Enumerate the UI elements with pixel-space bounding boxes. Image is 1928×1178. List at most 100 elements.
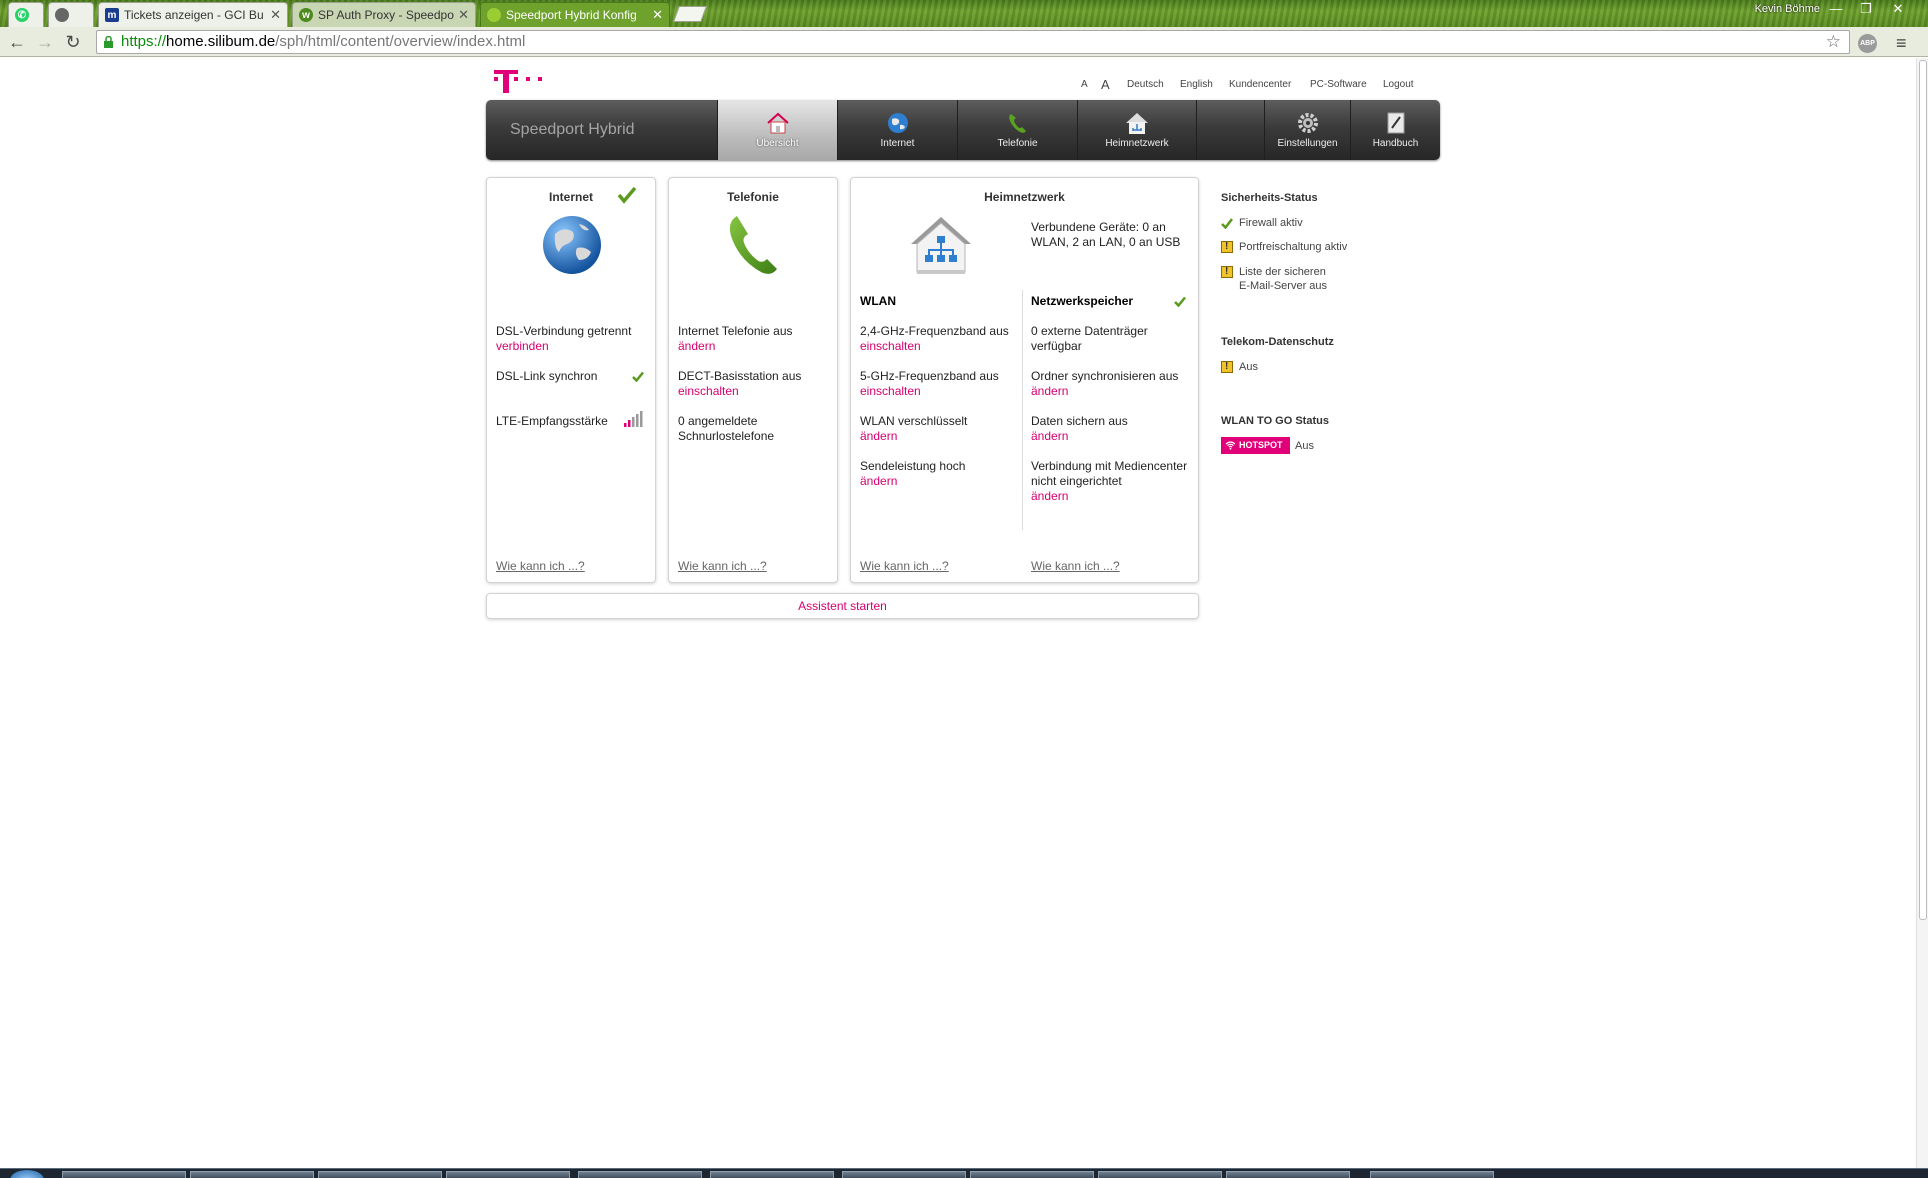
dsl-status: DSL-Verbindung getrennt <box>496 324 632 338</box>
heimnetzwerk-card: Heimnetzwerk Verbundene Geräte: 0 an WLA… <box>850 177 1199 583</box>
dsl-connect-link[interactable]: verbinden <box>496 339 549 354</box>
main-navigation: Speedport Hybrid Übersicht Internet Tele… <box>486 100 1440 160</box>
browser-tab-strip: ✆ m Tickets anzeigen - GCI Bu ✕ w SP Aut… <box>0 0 1928 27</box>
telekom-logo[interactable] <box>494 69 554 93</box>
new-tab-button[interactable] <box>673 6 707 22</box>
backup-status: Daten sichern aus <box>1031 414 1128 428</box>
mediencenter-status: Verbindung mit Mediencenter nicht einger… <box>1031 459 1188 488</box>
nav-tab-telefonie[interactable]: Telefonie <box>957 100 1077 160</box>
wlan-power-change-link[interactable]: ändern <box>860 474 897 489</box>
tab-speedport[interactable]: Speedport Hybrid Konfig ✕ <box>480 2 670 27</box>
nav-tab-internet[interactable]: Internet <box>837 100 957 160</box>
font-size-small-link[interactable]: A <box>1081 79 1088 90</box>
card-title: Telefonie <box>727 190 779 204</box>
taskbar-item[interactable] <box>970 1171 1094 1178</box>
howto-link-wlan[interactable]: Wie kann ich ...? <box>860 559 949 573</box>
internet-telephony-change-link[interactable]: ändern <box>678 339 715 354</box>
logout-link[interactable]: Logout <box>1383 79 1414 90</box>
wlan-heading: WLAN <box>860 294 896 308</box>
nav-label: Heimnetzwerk <box>1105 138 1169 149</box>
start-assistant-label: Assistent starten <box>798 599 887 613</box>
nav-tab-heimnetzwerk[interactable]: Heimnetzwerk <box>1077 100 1197 160</box>
howto-link-nas[interactable]: Wie kann ich ...? <box>1031 559 1120 573</box>
howto-link[interactable]: Wie kann ich ...? <box>496 559 585 573</box>
page-scrollbar[interactable] <box>1916 58 1928 1168</box>
taskbar-item[interactable] <box>710 1171 834 1178</box>
reload-icon[interactable]: ↻ <box>62 32 84 52</box>
os-taskbar <box>0 1168 1928 1178</box>
start-button-icon[interactable] <box>10 1170 44 1178</box>
forward-icon[interactable]: → <box>34 32 56 52</box>
bookmark-star-icon[interactable]: ☆ <box>1826 31 1841 53</box>
folder-sync-change-link[interactable]: ändern <box>1031 384 1068 399</box>
taskbar-item[interactable] <box>62 1171 186 1178</box>
pc-software-link[interactable]: PC-Software <box>1310 79 1367 90</box>
tab-tickets[interactable]: m Tickets anzeigen - GCI Bu ✕ <box>98 2 288 27</box>
font-size-large-link[interactable]: A <box>1101 77 1110 92</box>
hotspot-badge[interactable]: HOTSPOT <box>1221 437 1290 454</box>
maximize-icon[interactable]: ❐ <box>1852 0 1880 20</box>
taskbar-item[interactable] <box>446 1171 570 1178</box>
w-logo-icon: w <box>299 8 313 22</box>
browser-menu-icon[interactable]: ≡ <box>1896 34 1907 52</box>
signal-bar <box>636 414 639 427</box>
tab-sp-auth[interactable]: w SP Auth Proxy - Speedpo ✕ <box>292 2 476 27</box>
internet-telephony-status: Internet Telefonie aus <box>678 324 793 338</box>
tab-close-icon[interactable]: ✕ <box>270 7 281 23</box>
adblock-icon[interactable]: ABP <box>1858 34 1877 53</box>
back-icon[interactable]: ← <box>6 32 28 52</box>
tab-apple[interactable] <box>48 2 94 27</box>
dect-enable-link[interactable]: einschalten <box>678 384 739 399</box>
globe-icon <box>887 113 908 133</box>
howto-link[interactable]: Wie kann ich ...? <box>678 559 767 573</box>
mediencenter-change-link[interactable]: ändern <box>1031 489 1068 504</box>
address-bar[interactable]: https://home.silibum.de/sph/html/content… <box>96 30 1850 54</box>
language-deutsch-link[interactable]: Deutsch <box>1127 79 1164 90</box>
nas-devices-status: 0 externe Datenträger verfügbar <box>1031 324 1148 353</box>
taskbar-item[interactable] <box>1370 1171 1494 1178</box>
taskbar-item[interactable] <box>190 1171 314 1178</box>
signal-strength-icon <box>624 411 643 427</box>
phone-icon <box>1008 114 1026 133</box>
taskbar-item[interactable] <box>578 1171 702 1178</box>
wlan-5ghz-status: 5-GHz-Frequenzband aus <box>860 369 999 383</box>
nav-tab-uebersicht[interactable]: Übersicht <box>717 100 837 160</box>
url-scheme: https:// <box>121 33 167 50</box>
nav-label: Handbuch <box>1372 138 1419 149</box>
card-title: Heimnetzwerk <box>984 190 1065 204</box>
language-english-link[interactable]: English <box>1180 79 1213 90</box>
column-divider <box>1022 290 1023 530</box>
port-forwarding-label: Portfreischaltung aktiv <box>1239 241 1348 253</box>
tab-close-icon[interactable]: ✕ <box>458 7 469 23</box>
apple-icon <box>55 8 69 22</box>
connected-devices: Verbundene Geräte: 0 an WLAN, 2 an LAN, … <box>1031 220 1181 249</box>
nav-tab-einstellungen[interactable]: Einstellungen <box>1264 100 1350 160</box>
security-status-heading: Sicherheits-Status <box>1221 192 1318 204</box>
backup-change-link[interactable]: ändern <box>1031 429 1068 444</box>
wlan-encryption-change-link[interactable]: ändern <box>860 429 897 444</box>
browser-toolbar: ← → ↻ https://home.silibum.de/sph/html/c… <box>0 27 1928 57</box>
signal-bar <box>624 423 627 427</box>
tab-whatsapp[interactable]: ✆ <box>8 2 44 27</box>
nav-tab-handbuch[interactable]: Handbuch <box>1350 100 1440 160</box>
wlan-5ghz-enable-link[interactable]: einschalten <box>860 384 921 399</box>
tab-close-icon[interactable]: ✕ <box>652 7 663 23</box>
wlan-24ghz-status: 2,4-GHz-Frequenzband aus <box>860 324 1009 338</box>
product-name: Speedport Hybrid <box>510 121 635 138</box>
dsl-link-status: DSL-Link synchron <box>496 369 598 383</box>
dect-status: DECT-Basisstation aus <box>678 369 802 383</box>
minimize-icon[interactable]: — <box>1822 0 1850 20</box>
wlan-24ghz-enable-link[interactable]: einschalten <box>860 339 921 354</box>
scrollbar-thumb[interactable] <box>1919 60 1927 920</box>
nav-label: Telefonie <box>997 138 1038 149</box>
start-assistant-button[interactable]: Assistent starten <box>486 593 1199 619</box>
close-icon[interactable]: ✕ <box>1884 0 1912 20</box>
taskbar-item[interactable] <box>1098 1171 1222 1178</box>
taskbar-item[interactable] <box>1226 1171 1350 1178</box>
taskbar-item[interactable] <box>318 1171 442 1178</box>
profile-name[interactable]: Kevin Böhme <box>1755 3 1820 15</box>
kundencenter-link[interactable]: Kundencenter <box>1229 79 1291 90</box>
taskbar-item[interactable] <box>842 1171 966 1178</box>
url-path: /sph/html/content/overview/index.html <box>275 33 526 50</box>
globe-icon <box>543 216 601 274</box>
